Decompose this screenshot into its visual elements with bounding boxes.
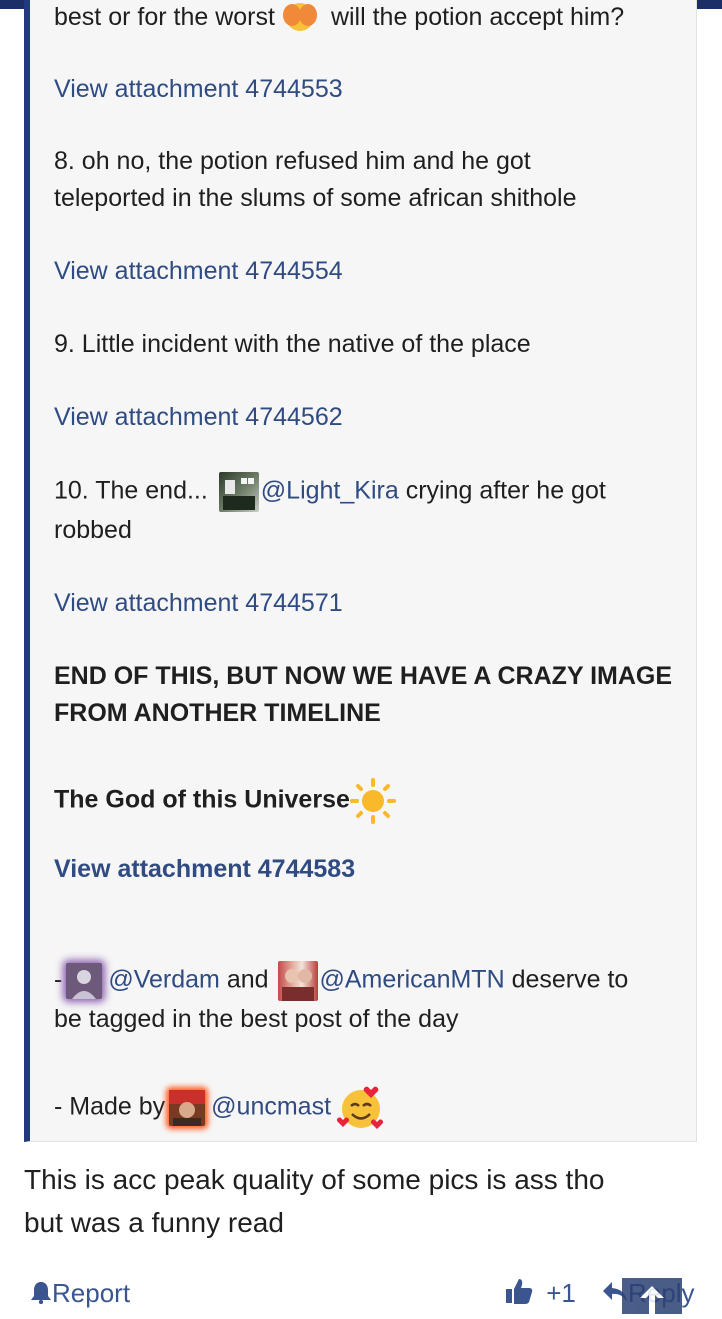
item-10-line-1: 10. The end... @Light_Kira crying after … bbox=[54, 472, 606, 512]
uncmast-mention-link[interactable]: @uncmast bbox=[211, 1093, 331, 1121]
hands-over-face-emoji-icon bbox=[277, 3, 323, 33]
attachment-link[interactable]: View attachment 4744554 bbox=[54, 253, 343, 290]
reply-text-line-1: This is acc peak quality of some pics is… bbox=[24, 1164, 605, 1195]
item-10-line-2: robbed bbox=[54, 516, 132, 544]
god-line-text: The God of this Universe bbox=[54, 785, 350, 814]
verdam-avatar[interactable] bbox=[66, 963, 103, 999]
uncmast-avatar[interactable] bbox=[169, 1090, 206, 1126]
item-9-text: 9. Little incident with the native of th… bbox=[54, 330, 531, 358]
attachment-link[interactable]: View attachment 4744571 bbox=[54, 585, 343, 622]
quote-line-top: best or for the worst will the potion ac… bbox=[54, 0, 624, 36]
sun-emoji-icon bbox=[349, 778, 396, 824]
attachment-link[interactable]: View attachment 4744562 bbox=[54, 399, 343, 436]
like-count: +1 bbox=[546, 1278, 576, 1308]
quote-text: best or for the worst bbox=[54, 3, 275, 31]
god-line: The God of this Universe bbox=[54, 778, 396, 824]
verdam-mention-link[interactable]: @Verdam bbox=[108, 966, 220, 994]
made-by-label: - Made by bbox=[54, 1092, 166, 1121]
attachment-link[interactable]: View attachment 4744553 bbox=[54, 71, 343, 108]
quote-text: will the potion accept him? bbox=[330, 3, 625, 31]
thumbs-up-icon bbox=[505, 1277, 533, 1305]
tag-prefix: - bbox=[54, 965, 63, 994]
end-heading-line-2: FROM ANOTHER TIMELINE bbox=[54, 699, 381, 727]
light-kira-mention-link[interactable]: @Light_Kira bbox=[261, 477, 399, 505]
tag-and: and bbox=[226, 965, 269, 994]
smiling-face-with-hearts-emoji-icon bbox=[337, 1084, 385, 1132]
reply-text-line-2: but was a funny read bbox=[24, 1207, 284, 1238]
made-by-line: - Made by @uncmast bbox=[54, 1084, 385, 1132]
item-10-prefix: 10. The end... bbox=[54, 476, 208, 505]
like-button[interactable]: +1 bbox=[505, 1276, 576, 1310]
item-8-line-1: 8. oh no, the potion refused him and he … bbox=[54, 147, 531, 175]
scroll-to-top-button[interactable] bbox=[622, 1278, 682, 1314]
item-10-suffix: crying after he got bbox=[405, 476, 606, 505]
americanmtn-avatar[interactable] bbox=[277, 961, 318, 1001]
end-heading-line-1: END OF THIS, BUT NOW WE HAVE A CRAZY IMA… bbox=[54, 662, 673, 690]
arrow-up-icon bbox=[638, 1284, 666, 1314]
item-8-line-2: teleported in the slums of some african … bbox=[54, 184, 577, 212]
attachment-link[interactable]: View attachment 4744583 bbox=[54, 851, 355, 888]
report-button[interactable]: Report bbox=[30, 1276, 130, 1310]
tag-line-1: - @Verdam and @AmericanMTN deserve to bbox=[54, 961, 628, 1001]
light-kira-avatar[interactable] bbox=[218, 472, 259, 512]
americanmtn-mention-link[interactable]: @AmericanMTN bbox=[320, 966, 505, 994]
tag-suffix: deserve to bbox=[511, 965, 629, 994]
report-label: Report bbox=[52, 1278, 131, 1308]
bell-icon bbox=[30, 1278, 52, 1305]
tag-line-2: be tagged in the best post of the day bbox=[54, 1005, 459, 1033]
